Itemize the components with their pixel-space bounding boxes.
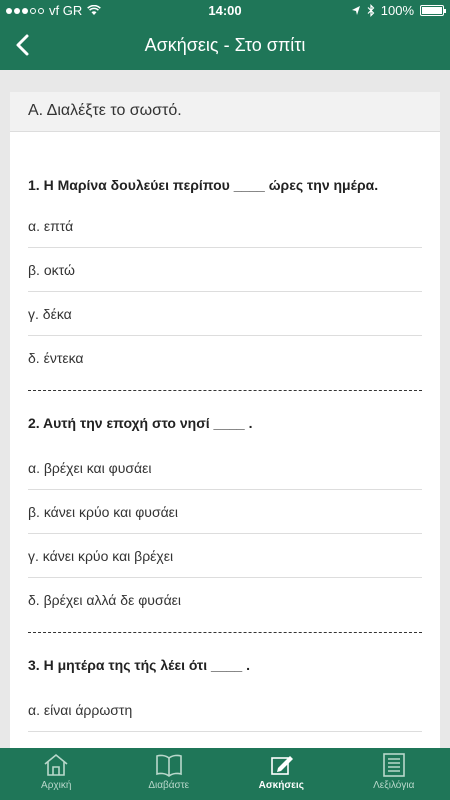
navigation-bar: Ασκήσεις - Στο σπίτι bbox=[0, 22, 450, 70]
bluetooth-icon bbox=[367, 4, 375, 17]
question-block: 1. Η Μαρίνα δουλεύει περίπου ____ ώρες τ… bbox=[10, 132, 440, 380]
answer-option[interactable]: β. κάνει κρύο και φυσάει bbox=[28, 490, 422, 534]
location-icon bbox=[351, 6, 360, 15]
question-text: 3. Η μητέρα της τής λέει ότι ____ . bbox=[28, 657, 250, 673]
answer-option[interactable]: α. επτά bbox=[28, 204, 422, 248]
answer-option[interactable]: α. είναι άρρωστη bbox=[28, 688, 422, 732]
answer-option[interactable]: δ. βρέχει αλλά δε φυσάει bbox=[28, 578, 422, 622]
battery-icon bbox=[420, 5, 446, 16]
exercise-scroll-area[interactable]: Α. Διαλέξτε το σωστό. 1. Η Μαρίνα δουλεύ… bbox=[0, 70, 450, 748]
tab-exercises[interactable]: Ασκήσεις bbox=[225, 748, 338, 800]
tab-label: Αρχική bbox=[41, 780, 72, 791]
book-icon bbox=[155, 754, 182, 777]
tab-label: Λεξιλόγια bbox=[373, 780, 415, 791]
page-title: Ασκήσεις - Στο σπίτι bbox=[144, 35, 306, 55]
battery-percent: 100% bbox=[380, 3, 414, 18]
tab-read[interactable]: Διαβάστε bbox=[113, 748, 226, 800]
status-right: 100% bbox=[351, 3, 446, 18]
question-text: 1. Η Μαρίνα δουλεύει περίπου ____ ώρες τ… bbox=[28, 177, 379, 193]
answer-option[interactable]: γ. κάνει κρύο και βρέχει bbox=[28, 534, 422, 578]
tab-bar: Αρχική Διαβάστε Ασκήσεις Λεξιλόγια bbox=[0, 748, 450, 800]
answer-option[interactable]: γ. δέκα bbox=[28, 292, 422, 336]
exercise-card: Α. Διαλέξτε το σωστό. 1. Η Μαρίνα δουλεύ… bbox=[10, 92, 440, 748]
question-block: 3. Η μητέρα της τής λέει ότι ____ . α. ε… bbox=[10, 633, 440, 748]
answer-option[interactable]: α. βρέχει και φυσάει bbox=[28, 446, 422, 490]
section-heading: Α. Διαλέξτε το σωστό. bbox=[10, 92, 440, 132]
question-block: 2. Αυτή την εποχή στο νησί ____ . α. βρέ… bbox=[10, 391, 440, 622]
tab-vocabulary[interactable]: Λεξιλόγια bbox=[338, 748, 450, 800]
answer-option[interactable]: β. οκτώ bbox=[28, 248, 422, 292]
tab-label: Διαβάστε bbox=[148, 780, 190, 791]
answer-option[interactable]: δ. έντεκα bbox=[28, 336, 422, 380]
answer-option[interactable]: β. δεν κοιμάται καλά bbox=[28, 732, 422, 749]
tab-home[interactable]: Αρχική bbox=[0, 748, 113, 800]
status-bar: vf GR 14:00 100% bbox=[0, 0, 450, 22]
home-icon bbox=[44, 753, 68, 776]
question-text: 2. Αυτή την εποχή στο νησί ____ . bbox=[28, 415, 253, 431]
tab-label: Ασκήσεις bbox=[258, 780, 304, 791]
pencil-icon bbox=[271, 756, 294, 775]
list-icon bbox=[382, 753, 405, 777]
